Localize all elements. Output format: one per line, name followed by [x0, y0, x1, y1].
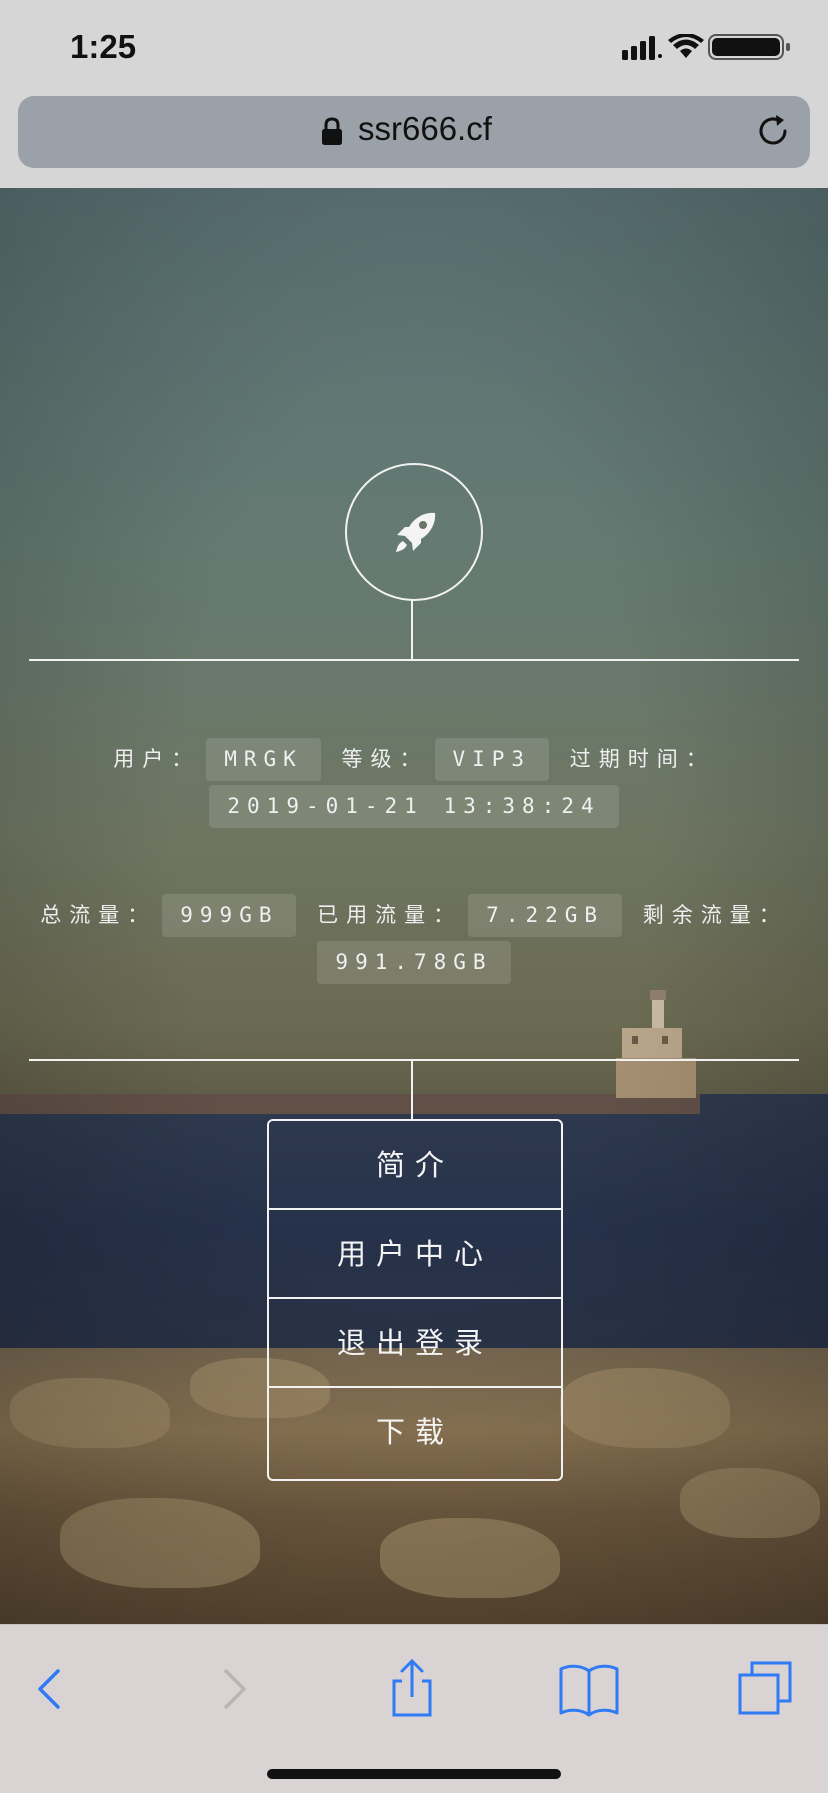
reload-icon[interactable] [754, 112, 792, 150]
user-label: 用户： [113, 747, 201, 771]
level-label: 等级： [341, 747, 429, 771]
share-icon[interactable] [380, 1657, 444, 1721]
used-traffic-label: 已用流量： [317, 903, 463, 927]
total-traffic-label: 总流量： [40, 903, 157, 927]
account-info: 用户： MRGK 等级： VIP3 过期时间： 2019-01-21 13:38:24 [29, 736, 799, 830]
divider-line [29, 659, 799, 661]
connector-line [411, 1061, 413, 1119]
user-value: MRGK [206, 738, 321, 781]
wifi-icon [668, 34, 704, 58]
back-icon[interactable] [18, 1657, 82, 1721]
used-traffic-value: 7.22GB [468, 894, 623, 937]
address-bar-area: ssr666.cf [0, 96, 828, 189]
page-content: 用户： MRGK 等级： VIP3 过期时间： 2019-01-21 13:38:24… [0, 188, 828, 1624]
address-bar[interactable]: ssr666.cf [18, 96, 810, 168]
signal-icon [622, 36, 662, 60]
menu-item-logout[interactable]: 退出登录 [269, 1299, 561, 1388]
logo-circle [345, 463, 483, 601]
menu-item-download[interactable]: 下载 [269, 1388, 561, 1477]
remaining-traffic-label: 剩余流量： [642, 903, 788, 927]
lock-icon [322, 117, 342, 145]
divider-line [29, 1059, 799, 1061]
rocket-icon [396, 512, 436, 552]
status-time: 1:25 [70, 28, 137, 65]
status-bar: 1:25 [0, 0, 828, 96]
browser-toolbar [0, 1624, 828, 1793]
tabs-icon[interactable] [734, 1657, 798, 1721]
connector-line [411, 599, 413, 659]
url-text[interactable]: ssr666.cf [358, 110, 492, 148]
home-indicator[interactable] [267, 1769, 561, 1779]
expire-label: 过期时间： [569, 747, 715, 771]
level-value: VIP3 [434, 738, 550, 781]
nav-menu: 简介 用户中心 退出登录 下载 [267, 1119, 563, 1481]
remaining-traffic-value: 991.78GB [317, 941, 511, 984]
expire-value: 2019-01-21 13:38:24 [209, 785, 619, 828]
menu-item-intro[interactable]: 简介 [269, 1121, 561, 1210]
forward-icon[interactable] [202, 1657, 266, 1721]
total-traffic-value: 999GB [162, 894, 297, 937]
bookmarks-icon[interactable] [557, 1657, 621, 1721]
battery-icon [708, 34, 790, 60]
menu-item-user-center[interactable]: 用户中心 [269, 1210, 561, 1299]
traffic-info: 总流量： 999GB 已用流量： 7.22GB 剩余流量： 991.78GB [29, 892, 799, 986]
